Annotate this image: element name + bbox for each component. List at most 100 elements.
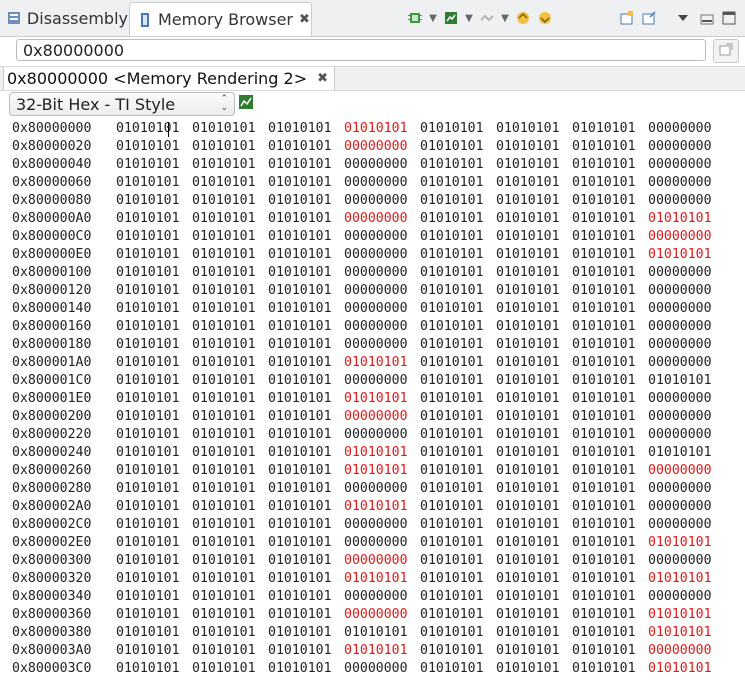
chip-dropdown-icon[interactable]: ▼ (426, 7, 440, 29)
memory-word[interactable]: 01010101 (420, 246, 496, 264)
memory-word[interactable]: 01010101 (496, 318, 572, 336)
memory-word[interactable]: 01010101 (420, 174, 496, 192)
new-view-icon[interactable] (616, 7, 638, 29)
memory-word[interactable]: 01010101 (116, 156, 192, 174)
memory-word[interactable]: 01010101 (192, 318, 268, 336)
memory-word[interactable]: 00000000 (344, 372, 420, 390)
memory-word[interactable]: 01010101 (116, 228, 192, 246)
export-icon[interactable] (534, 7, 556, 29)
memory-word[interactable]: 01010101 (496, 516, 572, 534)
memory-word[interactable]: 01010101 (116, 444, 192, 462)
memory-word[interactable]: 01010101 (192, 210, 268, 228)
memory-word[interactable]: 01010101 (572, 354, 648, 372)
memory-word[interactable]: 01010101 (116, 588, 192, 606)
chip-icon[interactable] (404, 7, 426, 29)
memory-word[interactable]: 01010101 (268, 408, 344, 426)
pin-icon[interactable] (638, 7, 660, 29)
memory-word-changed[interactable]: 00000000 (344, 606, 420, 624)
memory-word[interactable]: 00000000 (344, 660, 420, 678)
memory-word[interactable]: 01010101 (192, 444, 268, 462)
memory-word-changed[interactable]: 01010101 (648, 660, 724, 678)
memory-word[interactable]: 00000000 (648, 480, 724, 498)
memory-word[interactable]: 01010101 (192, 624, 268, 642)
memory-word[interactable]: 01010101 (116, 552, 192, 570)
memory-word[interactable]: 01010101 (420, 426, 496, 444)
memory-word[interactable]: 01010101 (192, 372, 268, 390)
memory-word[interactable]: 01010101 (192, 660, 268, 678)
memory-word[interactable]: 01010101 (420, 660, 496, 678)
memory-word[interactable]: 01010101 (116, 336, 192, 354)
memory-word[interactable]: 01010101 (192, 264, 268, 282)
memory-word[interactable]: 00000000 (344, 174, 420, 192)
memory-word[interactable]: 00000000 (344, 516, 420, 534)
format-select[interactable]: 32-Bit Hex - TI Style ⌃ ⌄ (9, 92, 235, 116)
memory-word[interactable]: 01010101 (116, 606, 192, 624)
memory-word[interactable]: 01010101 (496, 246, 572, 264)
memory-word[interactable]: 01010101 (116, 426, 192, 444)
memory-word[interactable]: 01010101 (116, 300, 192, 318)
memory-word[interactable]: 01010101 (420, 390, 496, 408)
memory-word[interactable]: 01010101 (572, 246, 648, 264)
memory-word[interactable]: 01010101 (420, 156, 496, 174)
memory-word[interactable]: 01010101 (496, 408, 572, 426)
memory-word[interactable]: 01010101 (192, 426, 268, 444)
memory-word[interactable]: 01010101 (420, 264, 496, 282)
memory-word[interactable]: 01010101 (116, 354, 192, 372)
memory-word[interactable]: 01010101 (268, 516, 344, 534)
memory-word-changed[interactable]: 01010101 (648, 210, 724, 228)
memory-word[interactable]: 01010101 (420, 354, 496, 372)
memory-word[interactable]: 01010101 (268, 426, 344, 444)
memory-word[interactable]: 01010101 (116, 516, 192, 534)
memory-word[interactable]: 01010101 (268, 552, 344, 570)
tab-memory-rendering[interactable]: 0x80000000 <Memory Rendering 2> ✖ (3, 67, 336, 90)
memory-word-changed[interactable]: 00000000 (648, 462, 724, 480)
memory-word[interactable]: 01010101 (496, 642, 572, 660)
memory-word[interactable]: 00000000 (344, 480, 420, 498)
memory-word[interactable]: 01010101 (572, 138, 648, 156)
memory-word[interactable]: 01010101 (192, 480, 268, 498)
memory-word[interactable]: 01010101 (116, 498, 192, 516)
memory-word[interactable]: 01010101 (268, 354, 344, 372)
memory-word[interactable]: 01010101 (116, 192, 192, 210)
memory-word[interactable]: 01010101 (496, 174, 572, 192)
connect-dropdown-icon[interactable]: ▼ (498, 7, 512, 29)
memory-word[interactable]: 00000000 (648, 588, 724, 606)
close-icon[interactable]: ✖ (317, 71, 328, 86)
memory-word[interactable]: 01010101 (192, 516, 268, 534)
memory-word[interactable]: 01010101 (420, 552, 496, 570)
tab-memory-browser[interactable]: Memory Browser ✖ (129, 2, 312, 36)
memory-icon[interactable] (440, 7, 462, 29)
memory-word[interactable]: 01010101 (496, 552, 572, 570)
memory-word[interactable]: 01010101 (572, 426, 648, 444)
memory-word[interactable]: 01010101 (192, 552, 268, 570)
memory-word[interactable]: 01010101 (116, 408, 192, 426)
memory-word[interactable]: 00000000 (344, 282, 420, 300)
memory-word[interactable]: 01010101 (572, 210, 648, 228)
memory-word[interactable]: 01010101 (496, 480, 572, 498)
memory-word[interactable]: 00000000 (344, 264, 420, 282)
memory-word[interactable]: 01010101 (116, 120, 192, 138)
memory-word-changed[interactable]: 01010101 (648, 534, 724, 552)
memory-word[interactable]: 01010101 (496, 588, 572, 606)
memory-word[interactable]: 01010101 (572, 408, 648, 426)
memory-word[interactable]: 01010101 (420, 318, 496, 336)
memory-word[interactable]: 01010101 (572, 498, 648, 516)
memory-word[interactable]: 01010101 (572, 156, 648, 174)
memory-word[interactable]: 01010101 (268, 390, 344, 408)
memory-word[interactable]: 01010101 (420, 408, 496, 426)
tab-disassembly[interactable]: Disassembly (0, 2, 128, 34)
memory-word[interactable]: 01010101 (572, 588, 648, 606)
memory-word[interactable]: 01010101 (192, 642, 268, 660)
memory-word[interactable]: 01010101 (268, 174, 344, 192)
memory-word-changed[interactable]: 01010101 (344, 390, 420, 408)
memory-word[interactable]: 01010101 (648, 372, 724, 390)
memory-word[interactable]: 00000000 (648, 318, 724, 336)
memory-dropdown-icon[interactable]: ▼ (462, 7, 476, 29)
memory-word[interactable]: 00000000 (648, 408, 724, 426)
memory-word[interactable]: 01010101 (572, 390, 648, 408)
memory-word[interactable]: 01010101 (420, 372, 496, 390)
memory-word[interactable]: 01010101 (116, 372, 192, 390)
memory-word[interactable]: 00000000 (344, 300, 420, 318)
memory-word[interactable]: 01010101 (116, 390, 192, 408)
memory-word[interactable]: 01010101 (192, 138, 268, 156)
